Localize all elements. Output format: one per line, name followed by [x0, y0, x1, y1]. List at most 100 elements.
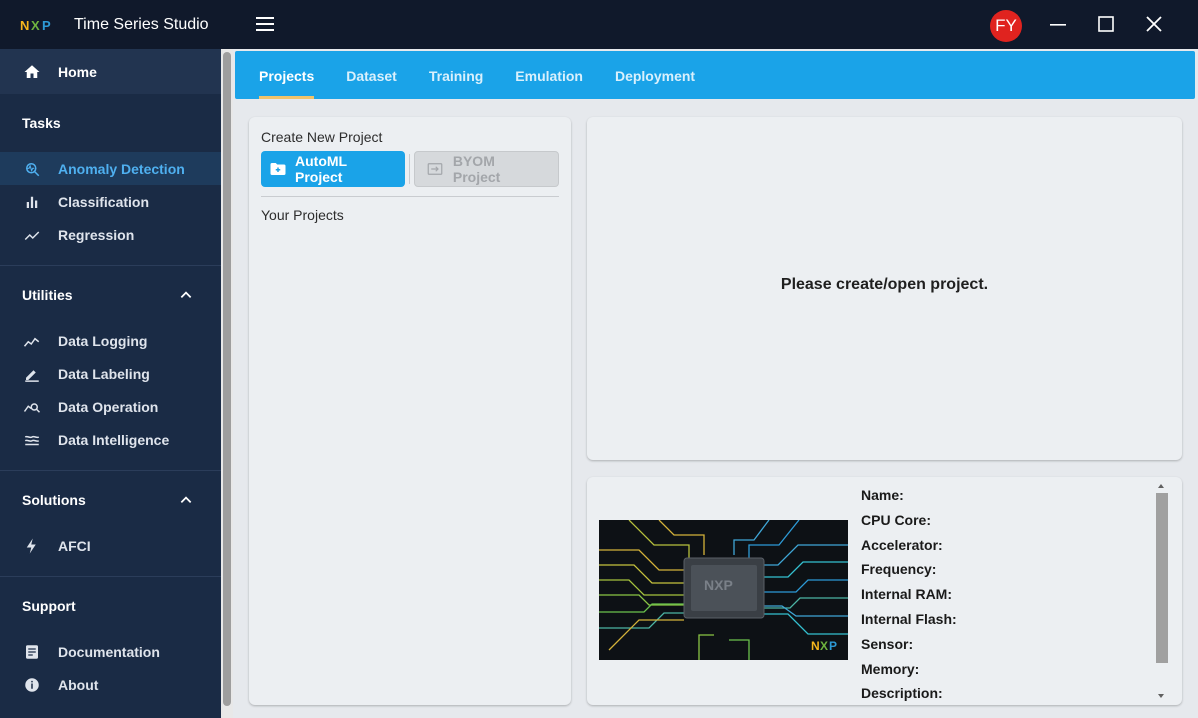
sidebar-item-classification[interactable]: Classification [0, 185, 221, 218]
nxp-board-image: NXP N X P [599, 520, 848, 660]
tab-projects[interactable]: Projects [259, 51, 315, 99]
sidebar-item-data-intelligence[interactable]: Data Intelligence [0, 423, 221, 456]
tasks-header: Tasks [0, 94, 221, 152]
sidebar-item-home[interactable]: Home [0, 49, 221, 94]
sidebar-item-label: Data Operation [58, 398, 159, 415]
spec-sensor: Sensor: [861, 635, 914, 652]
sidebar-item-data-logging[interactable]: Data Logging [0, 324, 221, 357]
maximize-icon[interactable] [1096, 14, 1116, 34]
user-avatar[interactable]: FY [990, 10, 1022, 42]
top-bar: FY [233, 0, 1198, 49]
solutions-header[interactable]: Solutions [0, 471, 221, 529]
tab-deployment[interactable]: Deployment [615, 51, 695, 99]
section-title: Support [22, 598, 76, 614]
svg-text:X: X [820, 639, 828, 653]
chevron-up-icon[interactable] [179, 493, 193, 507]
tasks-section: Tasks Anomaly Detection Classification R… [0, 94, 221, 266]
divider [261, 196, 559, 197]
spec-frequency: Frequency: [861, 561, 937, 578]
sidebar-item-data-operation[interactable]: Data Operation [0, 390, 221, 423]
sidebar-item-label: Anomaly Detection [58, 160, 185, 177]
spec-memory: Memory: [861, 660, 920, 677]
sidebar-item-regression[interactable]: Regression [0, 218, 221, 251]
svg-text:X: X [31, 18, 40, 32]
chevron-up-icon[interactable] [179, 288, 193, 302]
sidebar-item-label: Classification [58, 193, 150, 210]
sidebar-item-data-labeling[interactable]: Data Labeling [0, 357, 221, 390]
sidebar-item-label: Regression [58, 226, 135, 243]
create-project-label: Create New Project [261, 129, 383, 145]
section-title: Solutions [22, 492, 86, 508]
close-icon[interactable] [1144, 14, 1164, 34]
svg-text:NXP: NXP [704, 577, 733, 593]
byom-project-button[interactable]: BYOM Project [414, 151, 559, 187]
spec-description: Description: [861, 685, 943, 702]
data-search-icon [22, 397, 42, 417]
solutions-section: Solutions AFCI [0, 471, 221, 577]
sidebar: N X P Time Series Studio Home Tasks Anom… [0, 0, 233, 718]
section-title: Tasks [22, 115, 61, 131]
sidebar-item-about[interactable]: About [0, 668, 221, 701]
sidebar-nav: Home Tasks Anomaly Detection Classificat… [0, 49, 221, 718]
spec-cpu-core: CPU Core: [861, 511, 932, 528]
folder-add-icon [269, 159, 287, 179]
your-projects-label: Your Projects [261, 207, 344, 223]
tab-dataset[interactable]: Dataset [346, 51, 397, 99]
pencil-icon [22, 364, 42, 384]
sidebar-item-label: Data Intelligence [58, 431, 170, 448]
sidebar-item-anomaly-detection[interactable]: Anomaly Detection [0, 152, 221, 185]
device-info-panel: NXP N X P Name: CPU Core: Accelerator: F… [587, 477, 1182, 705]
lightning-icon [22, 536, 42, 556]
scroll-up-icon[interactable] [1157, 482, 1165, 490]
info-icon [22, 675, 42, 695]
svg-text:N: N [20, 18, 29, 32]
document-icon [22, 642, 42, 662]
sidebar-scrollbar-thumb[interactable] [223, 52, 231, 706]
sidebar-item-label: Data Logging [58, 332, 148, 349]
svg-text:N: N [811, 639, 820, 653]
automl-project-button[interactable]: AutoML Project [261, 151, 406, 187]
section-title: Utilities [22, 287, 73, 303]
project-detail-panel: Please create/open project. [587, 117, 1182, 460]
brand-bar: N X P Time Series Studio [0, 0, 233, 49]
tab-emulation[interactable]: Emulation [515, 51, 583, 99]
spec-internal-flash: Internal Flash: [861, 610, 957, 627]
sidebar-item-label: Home [58, 63, 97, 80]
sidebar-item-documentation[interactable]: Documentation [0, 635, 221, 668]
utilities-header[interactable]: Utilities [0, 266, 221, 324]
menu-icon[interactable] [255, 14, 275, 34]
import-icon [425, 159, 445, 179]
support-header: Support [0, 577, 221, 635]
home-icon [22, 62, 42, 82]
bar-chart-icon [22, 192, 42, 212]
device-info-scrollbar[interactable] [1154, 482, 1168, 700]
byom-project-label: BYOM Project [452, 153, 501, 185]
device-info-scrollbar-thumb[interactable] [1156, 493, 1168, 663]
line-chart-icon [22, 331, 42, 351]
tab-bar: Projects Dataset Training Emulation Depl… [235, 51, 1195, 99]
svg-text:P: P [829, 639, 837, 653]
sidebar-item-label: Documentation [58, 643, 160, 660]
sidebar-item-label: Data Labeling [58, 365, 150, 382]
create-project-buttons: AutoML Project BYOM Project [261, 151, 559, 187]
sidebar-item-label: About [58, 676, 99, 693]
status-message: Please create/open project. [780, 275, 989, 293]
device-spec-list: Name: CPU Core: Accelerator: Frequency: … [861, 486, 957, 705]
projects-panel: Create New Project AutoML Project BYOM P… [249, 117, 571, 705]
scroll-down-icon[interactable] [1157, 692, 1165, 700]
spec-internal-ram: Internal RAM: [861, 586, 952, 603]
svg-text:P: P [42, 18, 51, 32]
support-section: Support Documentation About [0, 577, 221, 701]
minimize-icon[interactable] [1048, 14, 1068, 34]
automl-project-label: AutoML Project [295, 153, 347, 185]
waves-icon [22, 430, 42, 450]
spec-name: Name: [861, 487, 904, 503]
sidebar-item-label: AFCI [58, 537, 91, 554]
app-title: Time Series Studio [74, 15, 209, 33]
main-content: Projects Dataset Training Emulation Depl… [233, 49, 1198, 718]
nxp-logo: N X P [20, 18, 51, 32]
sidebar-item-afci[interactable]: AFCI [0, 529, 221, 562]
spec-accelerator: Accelerator: [861, 536, 943, 553]
tab-training[interactable]: Training [429, 51, 483, 99]
anomaly-search-icon [22, 159, 42, 179]
